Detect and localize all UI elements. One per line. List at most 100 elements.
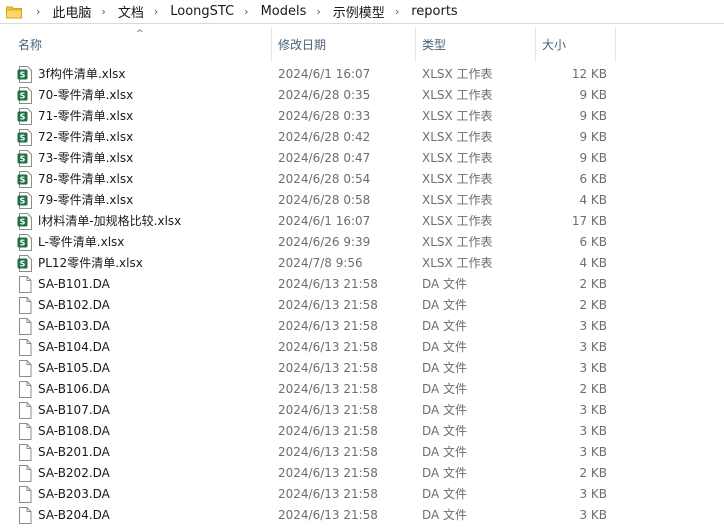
column-header-size[interactable]: 大小 [536, 28, 616, 62]
breadcrumb-segment[interactable]: › 此电脑 [26, 0, 91, 24]
breadcrumb-segment[interactable]: › Models [234, 0, 306, 24]
file-date: 2024/6/13 21:58 [278, 319, 378, 333]
file-type: XLSX 工作表 [422, 151, 493, 165]
file-row[interactable]: S PL12零件清单.xlsx 2024/7/8 9:56 XLSX 工作表 4… [0, 253, 724, 274]
breadcrumb-label[interactable]: 示例模型 [333, 2, 385, 21]
breadcrumb-label[interactable]: 此电脑 [52, 2, 91, 21]
svg-text:S: S [20, 239, 26, 248]
file-row[interactable]: S 70-零件清单.xlsx 2024/6/28 0:35 XLSX 工作表 9… [0, 85, 724, 106]
svg-text:S: S [20, 197, 26, 206]
file-date: 2024/6/13 21:58 [278, 277, 378, 291]
column-header-type[interactable]: 类型 [416, 28, 536, 62]
file-row[interactable]: SA-B104.DA 2024/6/13 21:58 DA 文件 3 KB [0, 337, 724, 358]
file-name: 79-零件清单.xlsx [38, 193, 134, 207]
file-name: SA-B102.DA [38, 298, 110, 312]
breadcrumb-segment[interactable]: › reports [385, 0, 458, 24]
file-row[interactable]: SA-B202.DA 2024/6/13 21:58 DA 文件 2 KB [0, 463, 724, 484]
chevron-right-icon[interactable]: › [395, 5, 399, 18]
svg-text:S: S [20, 155, 26, 164]
blank-file-icon [17, 360, 33, 377]
file-date: 2024/6/28 0:47 [278, 151, 371, 165]
file-row[interactable]: S 79-零件清单.xlsx 2024/6/28 0:58 XLSX 工作表 4… [0, 190, 724, 211]
file-name: SA-B201.DA [38, 445, 110, 459]
file-row[interactable]: SA-B108.DA 2024/6/13 21:58 DA 文件 3 KB [0, 421, 724, 442]
column-header-date[interactable]: 修改日期 [272, 28, 416, 62]
breadcrumb-label[interactable]: 文档 [118, 2, 144, 21]
file-date: 2024/6/13 21:58 [278, 487, 378, 501]
file-date: 2024/7/8 9:56 [278, 256, 363, 270]
file-size: 2 KB [579, 382, 607, 396]
svg-text:S: S [20, 92, 26, 101]
file-size: 9 KB [579, 109, 607, 123]
breadcrumb-segment[interactable]: › LoongSTC [144, 0, 234, 24]
file-row[interactable]: S 73-零件清单.xlsx 2024/6/28 0:47 XLSX 工作表 9… [0, 148, 724, 169]
file-row[interactable]: SA-B201.DA 2024/6/13 21:58 DA 文件 3 KB [0, 442, 724, 463]
column-header-name[interactable]: 名称 [12, 28, 272, 62]
file-row[interactable]: S l材料清单-加规格比较.xlsx 2024/6/1 16:07 XLSX 工… [0, 211, 724, 232]
address-bar[interactable]: › 此电脑 › 文档 › LoongSTC › Models › 示例模型 › report… [0, 0, 724, 24]
file-size: 2 KB [579, 298, 607, 312]
file-type: XLSX 工作表 [422, 109, 493, 123]
file-row[interactable]: SA-B102.DA 2024/6/13 21:58 DA 文件 2 KB [0, 295, 724, 316]
file-row[interactable]: SA-B103.DA 2024/6/13 21:58 DA 文件 3 KB [0, 316, 724, 337]
file-size: 3 KB [579, 319, 607, 333]
file-size: 3 KB [579, 487, 607, 501]
file-size: 3 KB [579, 403, 607, 417]
column-header-row: ^ 名称 修改日期 类型 大小 [0, 28, 724, 62]
breadcrumb-label[interactable]: Models [261, 4, 307, 19]
file-size: 6 KB [579, 235, 607, 249]
file-row[interactable]: SA-B105.DA 2024/6/13 21:58 DA 文件 3 KB [0, 358, 724, 379]
breadcrumb-segment[interactable]: › 文档 [91, 0, 143, 24]
file-row[interactable]: SA-B204.DA 2024/6/13 21:58 DA 文件 3 KB [0, 505, 724, 526]
file-name: SA-B107.DA [38, 403, 110, 417]
file-size: 3 KB [579, 340, 607, 354]
file-date: 2024/6/13 21:58 [278, 298, 378, 312]
chevron-right-icon[interactable]: › [101, 5, 105, 18]
excel-file-icon: S [17, 87, 33, 104]
file-size: 9 KB [579, 151, 607, 165]
file-row[interactable]: S L-零件清单.xlsx 2024/6/26 9:39 XLSX 工作表 6 … [0, 232, 724, 253]
chevron-right-icon[interactable]: › [244, 5, 248, 18]
file-type: XLSX 工作表 [422, 88, 493, 102]
file-row[interactable]: SA-B106.DA 2024/6/13 21:58 DA 文件 2 KB [0, 379, 724, 400]
excel-file-icon: S [17, 66, 33, 83]
excel-file-icon: S [17, 171, 33, 188]
file-row[interactable]: SA-B101.DA 2024/6/13 21:58 DA 文件 2 KB [0, 274, 724, 295]
file-type: XLSX 工作表 [422, 256, 493, 270]
blank-file-icon [17, 339, 33, 356]
breadcrumb-label[interactable]: LoongSTC [170, 4, 234, 19]
file-row[interactable]: SA-B203.DA 2024/6/13 21:58 DA 文件 3 KB [0, 484, 724, 505]
file-type: XLSX 工作表 [422, 172, 493, 186]
blank-file-icon [17, 381, 33, 398]
file-row[interactable]: S 3f构件清单.xlsx 2024/6/1 16:07 XLSX 工作表 12… [0, 64, 724, 85]
file-date: 2024/6/13 21:58 [278, 466, 378, 480]
file-date: 2024/6/1 16:07 [278, 67, 371, 81]
file-type: XLSX 工作表 [422, 193, 493, 207]
file-name: 3f构件清单.xlsx [38, 67, 126, 81]
file-name: SA-B203.DA [38, 487, 110, 501]
file-size: 17 KB [571, 214, 607, 228]
file-date: 2024/6/13 21:58 [278, 508, 378, 522]
excel-file-icon: S [17, 213, 33, 230]
blank-file-icon [17, 297, 33, 314]
file-name: SA-B101.DA [38, 277, 110, 291]
file-date: 2024/6/13 21:58 [278, 403, 378, 417]
file-type: DA 文件 [422, 382, 468, 396]
file-row[interactable]: S 78-零件清单.xlsx 2024/6/28 0:54 XLSX 工作表 6… [0, 169, 724, 190]
file-type: DA 文件 [422, 508, 468, 522]
blank-file-icon [17, 276, 33, 293]
file-row[interactable]: S 71-零件清单.xlsx 2024/6/28 0:33 XLSX 工作表 9… [0, 106, 724, 127]
file-row[interactable]: SA-B107.DA 2024/6/13 21:58 DA 文件 3 KB [0, 400, 724, 421]
chevron-right-icon[interactable]: › [36, 5, 40, 18]
excel-file-icon: S [17, 108, 33, 125]
breadcrumb-segment[interactable]: › 示例模型 [306, 0, 384, 24]
file-name: 78-零件清单.xlsx [38, 172, 134, 186]
file-name: l材料清单-加规格比较.xlsx [38, 214, 182, 228]
svg-text:S: S [20, 218, 26, 227]
chevron-right-icon[interactable]: › [154, 5, 158, 18]
chevron-right-icon[interactable]: › [316, 5, 320, 18]
breadcrumb-label[interactable]: reports [411, 4, 457, 19]
blank-file-icon [17, 318, 33, 335]
file-row[interactable]: S 72-零件清单.xlsx 2024/6/28 0:42 XLSX 工作表 9… [0, 127, 724, 148]
file-type: DA 文件 [422, 466, 468, 480]
